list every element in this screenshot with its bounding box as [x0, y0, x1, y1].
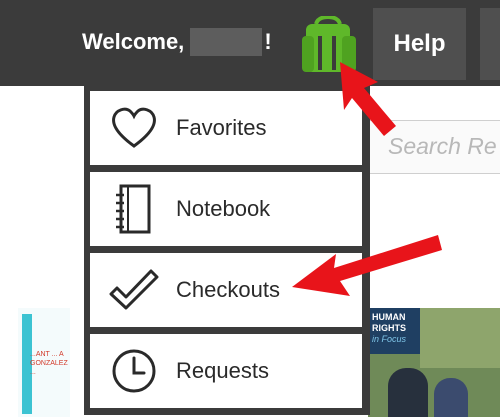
notebook-icon [108, 183, 160, 235]
menu-item-checkouts[interactable]: Checkouts [90, 253, 362, 327]
welcome-message: Welcome, ! [82, 28, 272, 56]
cover-title-line: RIGHTS [372, 323, 407, 333]
menu-item-label: Requests [176, 358, 269, 383]
cover-text: ...ANT ... A GONZALEZ ... [30, 351, 68, 376]
cover-photo-foliage [420, 308, 500, 368]
menu-item-label: Checkouts [176, 277, 280, 302]
clock-icon [108, 345, 160, 397]
top-nav-bar: Welcome, ! Help [0, 0, 500, 86]
cover-title: HUMAN RIGHTS in Focus [368, 308, 420, 354]
cover-photo-person [388, 368, 428, 417]
cover-photo-person [434, 378, 468, 417]
heart-icon [108, 102, 160, 154]
menu-item-notebook[interactable]: Notebook [90, 172, 362, 246]
search-placeholder: Search Re [388, 133, 497, 159]
checkmark-icon [108, 264, 160, 316]
book-cover-thumbnail-human-rights[interactable]: HUMAN RIGHTS in Focus [368, 308, 500, 417]
redacted-username [190, 28, 263, 56]
search-field[interactable]: Search Re [370, 120, 500, 174]
menu-item-label: Notebook [176, 196, 271, 221]
cover-title-line: HUMAN [372, 312, 406, 322]
menu-item-favorites[interactable]: Favorites [90, 91, 362, 165]
help-label: Help [393, 30, 446, 57]
book-cover-thumbnail[interactable]: ...ANT ... A GONZALEZ ... [18, 308, 70, 417]
welcome-suffix: ! [264, 29, 272, 54]
cover-title-line: in Focus [372, 334, 407, 344]
backpack-icon[interactable] [302, 14, 356, 74]
backpack-dropdown-menu: Favorites Notebook Checkouts Requests [84, 85, 370, 415]
help-button[interactable]: Help [373, 8, 466, 80]
menu-item-requests[interactable]: Requests [90, 334, 362, 408]
nav-button-edge[interactable] [480, 8, 500, 80]
menu-item-label: Favorites [176, 115, 267, 140]
welcome-prefix: Welcome, [82, 29, 185, 54]
